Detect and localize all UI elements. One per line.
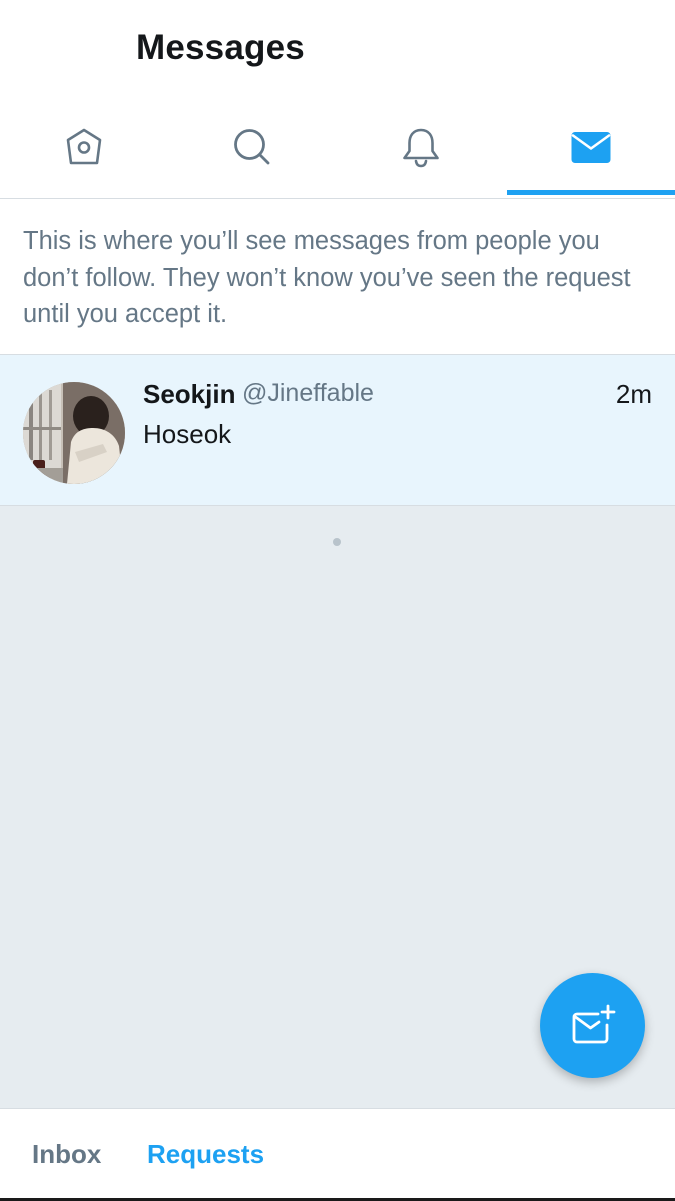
- notice-text: This is where you’ll see messages from p…: [23, 227, 631, 328]
- tab-search[interactable]: [168, 110, 336, 198]
- message-preview: Hoseok: [143, 419, 232, 449]
- bell-icon: [403, 128, 439, 168]
- bottom-tab-bar: Inbox Requests: [0, 1108, 675, 1201]
- requests-tab[interactable]: Requests: [147, 1139, 264, 1170]
- message-timestamp: 2m: [615, 379, 652, 409]
- app-header: Messages: [0, 0, 675, 199]
- compose-message-button[interactable]: [540, 973, 645, 1078]
- compose-message-icon: [572, 1004, 615, 1043]
- top-tab-bar: [0, 110, 675, 198]
- search-icon: [234, 129, 270, 165]
- requests-notice: This is where you’ll see messages from p…: [0, 199, 675, 355]
- envelope-icon: [571, 132, 611, 163]
- sender-handle: @Jineffable: [242, 379, 374, 407]
- tab-home[interactable]: [0, 110, 168, 198]
- loading-indicator: [333, 538, 341, 546]
- active-tab-indicator: [507, 190, 675, 195]
- sender-name: Seokjin: [143, 379, 236, 409]
- tab-messages[interactable]: [507, 110, 675, 198]
- home-icon: [66, 128, 102, 165]
- avatar-photo: [23, 382, 125, 484]
- tab-notifications[interactable]: [337, 110, 505, 198]
- message-request-row[interactable]: Seokjin @Jineffable 2m Hoseok: [0, 355, 675, 506]
- inbox-tab[interactable]: Inbox: [32, 1139, 101, 1170]
- page-title: Messages: [136, 28, 305, 67]
- avatar[interactable]: [23, 382, 125, 484]
